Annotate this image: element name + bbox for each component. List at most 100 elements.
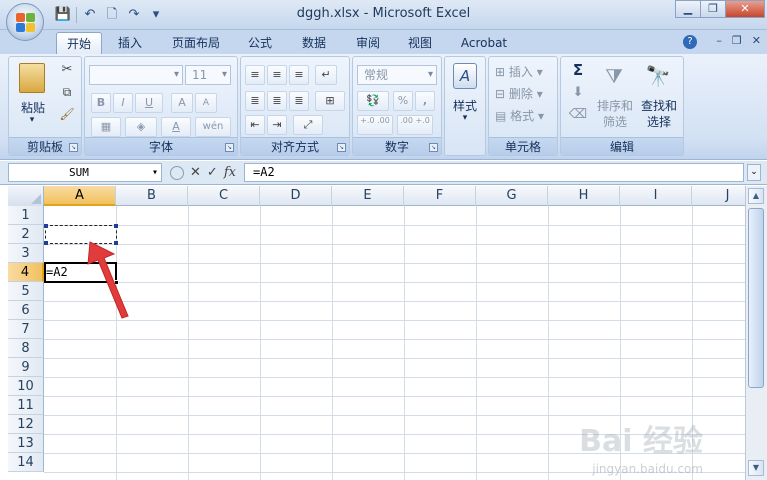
font-name-combo[interactable] (89, 65, 183, 85)
find-select-label-1[interactable]: 查找和 (639, 97, 679, 114)
percent-button[interactable]: % (393, 91, 413, 111)
row-header-1[interactable]: 1 (8, 206, 44, 225)
insert-function-button[interactable]: fx (224, 165, 236, 180)
close-button[interactable]: ✕ (725, 0, 765, 18)
column-header-d[interactable]: D (260, 186, 332, 206)
fill-color-button[interactable]: ◈ (125, 117, 157, 137)
alignment-launcher-icon[interactable]: ↘ (337, 143, 346, 152)
tab-acrobat[interactable]: Acrobat (452, 32, 516, 54)
delete-cells-button[interactable]: ⊟ 删除 ▾ (495, 85, 555, 102)
scroll-up-arrow-icon[interactable]: ▲ (748, 188, 764, 204)
comma-button[interactable]: , (415, 91, 435, 111)
name-box[interactable]: SUM (8, 163, 162, 182)
font-color-button[interactable]: A (161, 117, 191, 137)
workbook-restore-icon[interactable]: ❐ (732, 34, 742, 47)
expand-formula-bar-icon[interactable]: ⌄ (747, 164, 761, 181)
office-button[interactable] (6, 3, 44, 41)
wrap-text-icon[interactable]: ↵ (315, 65, 337, 85)
cut-icon[interactable]: ✂ (57, 61, 77, 81)
select-all-button[interactable] (8, 186, 44, 206)
enter-formula-button[interactable]: ✓ (207, 165, 218, 180)
styles-icon[interactable]: A (453, 63, 477, 89)
column-header-e[interactable]: E (332, 186, 404, 206)
tab-page-layout[interactable]: 页面布局 (164, 32, 228, 54)
row-header-3[interactable]: 3 (8, 244, 44, 263)
align-right-icon[interactable]: ≣ (289, 91, 309, 111)
row-header-11[interactable]: 11 (8, 396, 44, 415)
align-left-icon[interactable]: ≣ (245, 91, 265, 111)
align-bottom-icon[interactable]: ≡ (289, 65, 309, 85)
decrease-indent-icon[interactable]: ⇤ (245, 115, 265, 135)
row-header-2[interactable]: 2 (8, 225, 44, 244)
merge-center-icon[interactable]: ⊞ (315, 91, 345, 111)
cancel-formula-button[interactable]: ✕ (190, 165, 201, 180)
scrollbar-thumb[interactable] (748, 208, 764, 388)
row-header-8[interactable]: 8 (8, 339, 44, 358)
insert-cells-button[interactable]: ⊞ 插入 ▾ (495, 63, 555, 80)
align-top-icon[interactable]: ≡ (245, 65, 265, 85)
sort-filter-label-2[interactable]: 筛选 (595, 113, 635, 130)
column-header-j[interactable]: J (692, 186, 745, 206)
find-select-icon[interactable]: 🔭 (645, 63, 671, 89)
sort-filter-label-1[interactable]: 排序和 (595, 97, 635, 114)
styles-button[interactable]: 样式 (445, 97, 485, 114)
column-header-i[interactable]: I (620, 186, 692, 206)
styles-dropdown-icon[interactable]: ▾ (445, 113, 485, 123)
format-cells-button[interactable]: ▤ 格式 ▾ (495, 107, 555, 124)
worksheet-grid[interactable]: A B C D E F G H I J 1 2 3 4 5 6 7 8 9 10… (8, 186, 745, 480)
scroll-down-arrow-icon[interactable]: ▼ (748, 460, 764, 476)
border-button[interactable]: ▦ (91, 117, 121, 137)
orientation-icon[interactable]: ⤢ (293, 115, 323, 135)
column-header-a[interactable]: A (44, 186, 116, 206)
tab-data[interactable]: 数据 (294, 32, 334, 54)
paste-icon[interactable] (19, 63, 45, 93)
fill-icon[interactable]: ⬇ (567, 85, 589, 100)
row-header-9[interactable]: 9 (8, 358, 44, 377)
align-middle-icon[interactable]: ≡ (267, 65, 287, 85)
row-header-12[interactable]: 12 (8, 415, 44, 434)
find-select-label-2[interactable]: 选择 (639, 113, 679, 130)
number-launcher-icon[interactable]: ↘ (429, 143, 438, 152)
italic-button[interactable]: I (113, 93, 133, 113)
autosum-button[interactable]: Σ (567, 61, 589, 79)
align-center-icon[interactable]: ≣ (267, 91, 287, 111)
font-launcher-icon[interactable]: ↘ (225, 143, 234, 152)
grow-font-button[interactable]: A (171, 93, 193, 113)
formula-input[interactable]: =A2 (244, 163, 744, 182)
column-header-g[interactable]: G (476, 186, 548, 206)
help-icon[interactable]: ? (683, 35, 697, 49)
font-size-combo[interactable]: 11 (185, 65, 231, 85)
underline-button[interactable]: U (135, 93, 163, 113)
row-header-14[interactable]: 14 (8, 453, 44, 472)
row-header-5[interactable]: 5 (8, 282, 44, 301)
phonetic-button[interactable]: wén (195, 117, 231, 137)
paste-dropdown-icon[interactable]: ▾ (27, 115, 37, 125)
workbook-close-icon[interactable]: ✕ (752, 34, 761, 47)
tab-formulas[interactable]: 公式 (240, 32, 280, 54)
tab-insert[interactable]: 插入 (110, 32, 150, 54)
row-header-6[interactable]: 6 (8, 301, 44, 320)
shrink-font-button[interactable]: A (195, 93, 217, 113)
clear-icon[interactable]: ⌫ (567, 107, 589, 122)
column-header-h[interactable]: H (548, 186, 620, 206)
number-format-combo[interactable]: 常规 (357, 65, 437, 85)
tab-review[interactable]: 审阅 (348, 32, 388, 54)
increase-indent-icon[interactable]: ⇥ (267, 115, 287, 135)
tab-view[interactable]: 视图 (400, 32, 440, 54)
row-header-4[interactable]: 4 (8, 263, 44, 282)
clipboard-launcher-icon[interactable]: ↘ (69, 143, 78, 152)
sort-filter-icon[interactable]: ⧩ (601, 63, 627, 89)
vertical-scrollbar[interactable]: ▲ ▼ (745, 186, 767, 480)
bold-button[interactable]: B (91, 93, 111, 113)
copy-icon[interactable]: ⧉ (57, 83, 77, 103)
column-header-f[interactable]: F (404, 186, 476, 206)
restore-button[interactable]: ❐ (700, 0, 726, 18)
tab-home[interactable]: 开始 (56, 32, 102, 54)
increase-decimal-button[interactable]: +.0 .00 (357, 115, 393, 135)
column-header-b[interactable]: B (116, 186, 188, 206)
decrease-decimal-button[interactable]: .00 +.0 (397, 115, 433, 135)
cell-a4[interactable]: =A2 (46, 265, 68, 279)
row-header-10[interactable]: 10 (8, 377, 44, 396)
row-header-13[interactable]: 13 (8, 434, 44, 453)
accounting-format-icon[interactable]: 💱 (357, 91, 389, 111)
